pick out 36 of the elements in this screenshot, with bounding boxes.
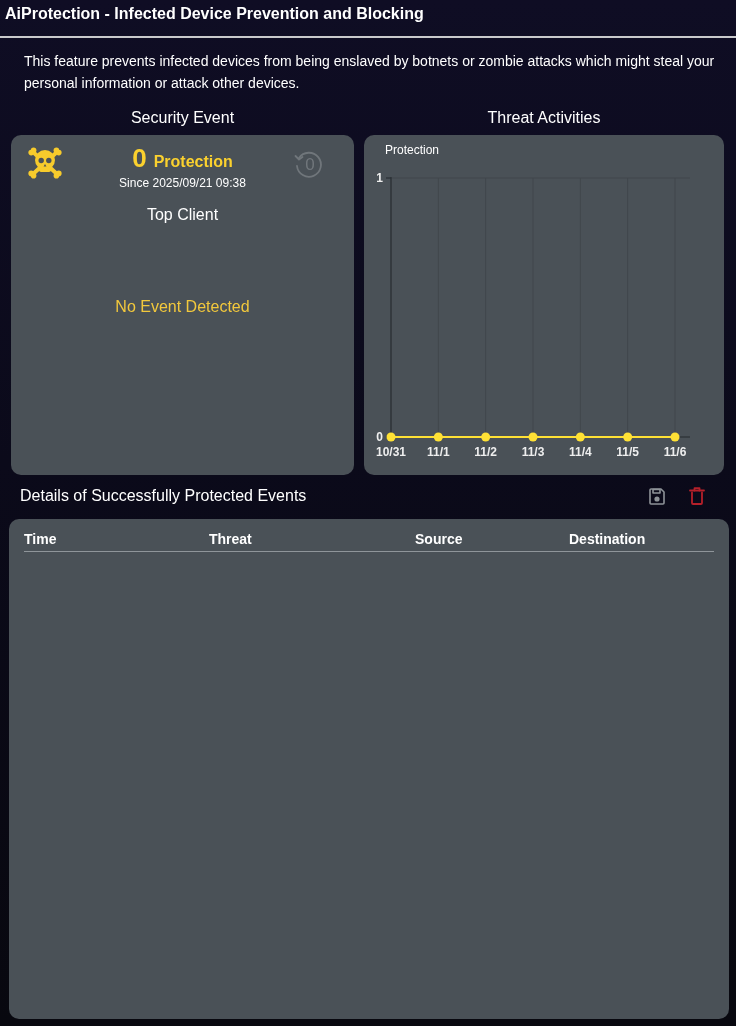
history-arrow-icon [294,150,324,180]
x-tick-label: 11/1 [427,445,450,459]
data-point [386,432,396,442]
page-title: AiProtection - Infected Device Prevention and Blocking [5,5,425,23]
data-point [528,432,538,442]
x-tick-label: 11/3 [521,445,545,459]
x-tick-label: 11/6 [663,445,687,459]
data-point [670,432,680,442]
section-heading: Threat Activities [487,108,601,128]
skull-crossbones-icon [28,147,62,179]
x-tick-label: 10/31 [376,445,406,459]
data-point [575,432,585,442]
x-tick-label: 11/2 [474,445,497,459]
protection-count: 0 [132,143,147,173]
since-timestamp: Since 2025/09/21 09:38 [119,176,246,190]
data-point [433,432,443,442]
y-tick-label: 1 [376,171,383,185]
data-point [481,432,491,442]
protection-count-label: Protection [153,152,233,172]
trash-icon [689,487,705,505]
y-tick-label: 0 [376,430,383,444]
delete-button[interactable] [689,487,705,505]
column-header: Destination [569,531,647,547]
legend-label: Protection [385,143,440,159]
events-title: Details of Successfully Protected Events [20,486,307,506]
no-event-message: No Event Detected [115,297,250,317]
x-tick-label: 11/4 [569,445,592,459]
description-text: This feature prevents infected devices from being enslaved by botnets or zombie attacks which might steal your personal information or attack other devices. [24,52,716,93]
column-header: Time [24,531,58,547]
data-point [623,432,633,442]
section-heading: Security Event [130,108,235,128]
save-button[interactable] [649,487,665,505]
top-client-heading: Top Client [146,205,219,225]
column-header: Threat [209,531,253,547]
column-header: Source [415,531,464,547]
x-tick-label: 11/5 [616,445,639,459]
